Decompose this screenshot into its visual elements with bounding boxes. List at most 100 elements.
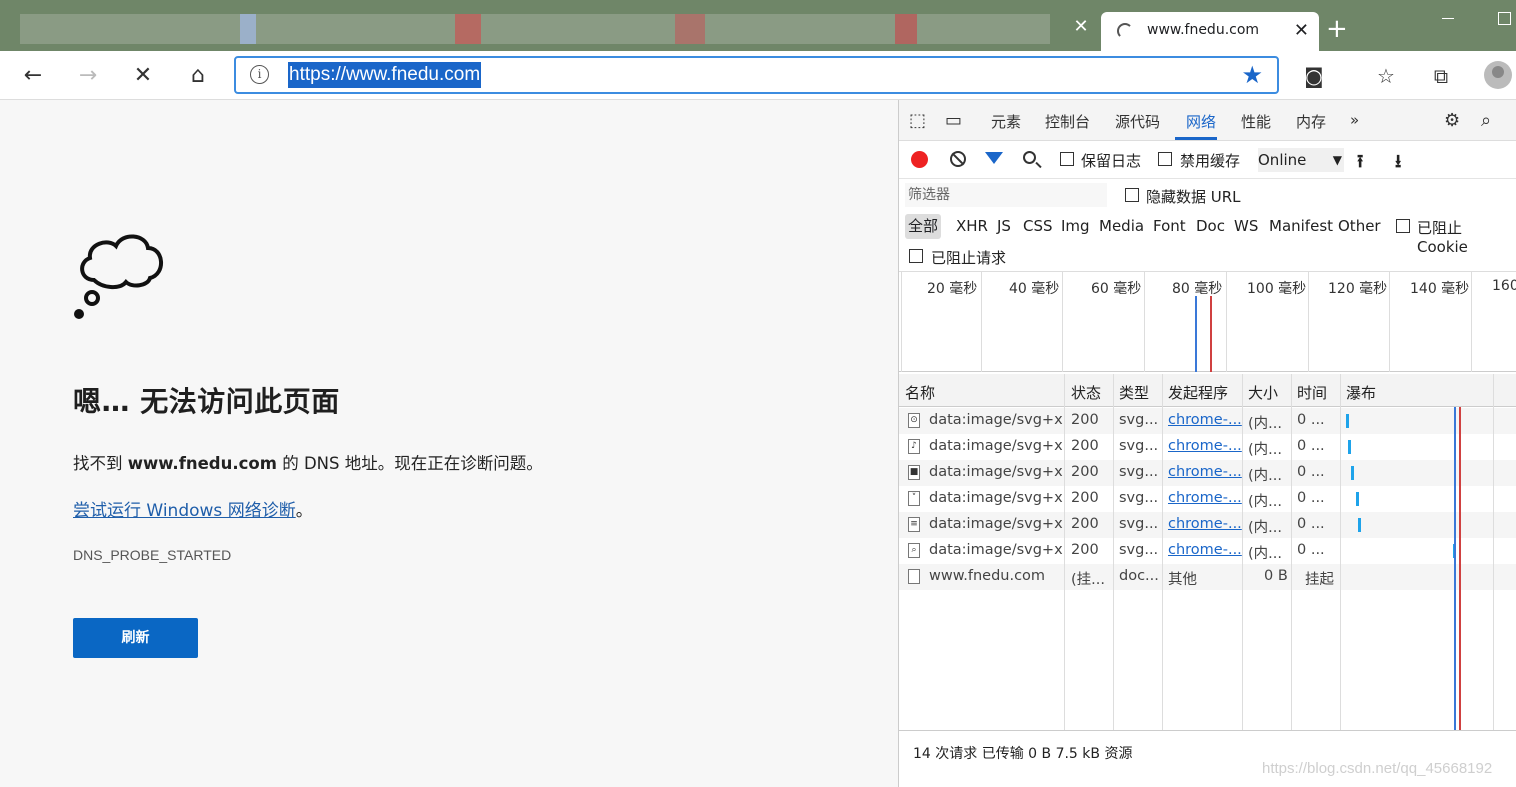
throttle-select[interactable]: Online ▼ (1258, 148, 1344, 172)
column-divider[interactable] (1493, 374, 1494, 730)
row-initiator-link[interactable]: chrome-... (1168, 542, 1242, 558)
file-icon (908, 569, 920, 584)
column-divider[interactable] (1291, 374, 1292, 730)
type-filter-manifest[interactable]: Manifest (1269, 217, 1333, 235)
column-header-initiator[interactable]: 发起程序 (1168, 382, 1228, 403)
table-row[interactable]: www.fnedu.com (挂... doc... 其他 0 B 挂起 (899, 564, 1516, 590)
devtools-tabbar: ⬚ ▭ 元素 控制台 源代码 网络 性能 内存 » ⚙ ⌕ (899, 100, 1516, 141)
loading-spinner-icon (1117, 23, 1133, 39)
blocked-requests-checkbox[interactable] (909, 249, 923, 263)
table-row[interactable]: ⊙ data:image/svg+x... 200 svg... chrome-… (899, 408, 1516, 434)
blurred-tab-icon (895, 14, 917, 44)
column-divider[interactable] (1064, 374, 1065, 730)
network-diagnostics-link[interactable]: 尝试运行 Windows 网络诊断 (73, 501, 296, 521)
close-tab-icon[interactable]: ✕ (1072, 18, 1090, 36)
record-icon[interactable] (911, 151, 928, 168)
device-toolbar-icon[interactable]: ▭ (945, 110, 962, 131)
export-har-icon[interactable]: ⭳ (1395, 149, 1401, 179)
import-har-icon[interactable]: ⭱ (1357, 149, 1363, 179)
feedback-icon[interactable]: ⌕ (1481, 110, 1491, 131)
forward-button[interactable]: → (74, 61, 102, 89)
type-filter-img[interactable]: Img (1061, 217, 1090, 235)
row-type: svg... (1119, 542, 1159, 558)
table-row[interactable]: ⌕ data:image/svg+x... 200 svg... chrome-… (899, 538, 1516, 564)
maximize-icon[interactable] (1498, 12, 1511, 25)
type-filter-all[interactable]: 全部 (905, 214, 941, 239)
profile-extension-icon[interactable]: ◙ (1302, 64, 1326, 88)
column-divider[interactable] (1162, 374, 1163, 730)
row-initiator-link[interactable]: chrome-... (1168, 490, 1242, 506)
row-initiator-link[interactable]: chrome-... (1168, 412, 1242, 428)
row-initiator-link[interactable]: chrome-... (1168, 464, 1242, 480)
active-tab[interactable]: www.fnedu.com ✕ (1101, 12, 1319, 51)
type-filter-doc[interactable]: Doc (1196, 217, 1225, 235)
chevron-down-icon: ▼ (1332, 153, 1342, 167)
tab-memory[interactable]: 内存 (1296, 111, 1326, 132)
desc-domain: www.fnedu.com (127, 454, 277, 473)
type-filter-ws[interactable]: WS (1234, 217, 1258, 235)
favorites-icon[interactable]: ☆ (1374, 64, 1398, 88)
reload-button[interactable]: 刷新 (73, 618, 198, 658)
table-row[interactable]: ˅ data:image/svg+x... 200 svg... chrome-… (899, 486, 1516, 512)
filter-row: 筛选器 隐藏数据 URL (899, 180, 1516, 210)
new-tab-button[interactable]: + (1326, 16, 1348, 42)
tab-performance[interactable]: 性能 (1241, 111, 1271, 132)
disable-cache-checkbox[interactable] (1158, 152, 1172, 166)
column-header-status[interactable]: 状态 (1071, 382, 1101, 403)
filter-icon[interactable] (985, 152, 1003, 164)
table-row[interactable]: ■ data:image/svg+x... 200 svg... chrome-… (899, 460, 1516, 486)
column-header-name[interactable]: 名称 (905, 382, 935, 403)
row-size: (内... (1248, 494, 1282, 510)
tab-sources[interactable]: 源代码 (1115, 111, 1160, 132)
blurred-tab-icon (455, 14, 481, 44)
column-divider[interactable] (1340, 374, 1341, 730)
tab-network[interactable]: 网络 (1186, 111, 1216, 132)
row-type: svg... (1119, 438, 1159, 454)
column-divider[interactable] (1113, 374, 1114, 730)
address-bar[interactable]: i https://www.fnedu.com ★ (234, 56, 1279, 94)
row-initiator: 其他 (1168, 572, 1197, 588)
filter-input[interactable]: 筛选器 (905, 183, 1107, 207)
type-filter-js[interactable]: JS (997, 217, 1011, 235)
more-tabs-button[interactable]: » (1350, 111, 1359, 129)
blocked-cookies-checkbox[interactable] (1396, 219, 1410, 233)
file-icon: ♪ (908, 439, 920, 454)
row-initiator-link[interactable]: chrome-... (1168, 516, 1242, 532)
column-header-waterfall[interactable]: 瀑布 (1346, 382, 1376, 403)
thought-cloud-icon (74, 234, 163, 319)
network-overview-timeline[interactable]: 20 毫秒 40 毫秒 60 毫秒 80 毫秒 100 毫秒 120 毫秒 14… (899, 271, 1516, 372)
type-filter-media[interactable]: Media (1099, 217, 1144, 235)
row-time: 0 ... (1297, 438, 1325, 454)
column-header-size[interactable]: 大小 (1248, 382, 1278, 403)
hide-data-urls-checkbox[interactable] (1125, 188, 1139, 202)
inspect-element-icon[interactable]: ⬚ (909, 110, 926, 131)
tab-console[interactable]: 控制台 (1045, 111, 1090, 132)
table-row[interactable]: ♪ data:image/svg+x... 200 svg... chrome-… (899, 434, 1516, 460)
collections-icon[interactable]: ⧉ (1429, 64, 1453, 88)
close-tab-icon[interactable]: ✕ (1294, 20, 1309, 41)
type-filter-xhr[interactable]: XHR (956, 217, 988, 235)
file-icon: ⌕ (908, 543, 920, 558)
column-divider[interactable] (1242, 374, 1243, 730)
minimize-icon[interactable] (1442, 18, 1454, 19)
home-button[interactable]: ⌂ (184, 61, 212, 89)
favorite-star-icon[interactable]: ★ (1241, 61, 1263, 89)
info-icon[interactable]: i (250, 65, 269, 84)
column-header-type[interactable]: 类型 (1119, 382, 1149, 403)
back-button[interactable]: ← (19, 61, 47, 89)
table-row[interactable]: ≡ data:image/svg+x... 200 svg... chrome-… (899, 512, 1516, 538)
watermark: https://blog.csdn.net/qq_45668192 (1262, 760, 1493, 777)
column-header-time[interactable]: 时间 (1297, 382, 1327, 403)
search-icon[interactable] (1023, 151, 1036, 164)
row-initiator-link[interactable]: chrome-... (1168, 438, 1242, 454)
url-text[interactable]: https://www.fnedu.com (288, 62, 482, 88)
stop-button[interactable]: ✕ (129, 61, 157, 89)
preserve-log-checkbox[interactable] (1060, 152, 1074, 166)
clear-icon[interactable] (950, 151, 966, 167)
tab-elements[interactable]: 元素 (991, 111, 1021, 132)
avatar[interactable] (1484, 61, 1512, 89)
type-filter-font[interactable]: Font (1153, 217, 1186, 235)
gear-icon[interactable]: ⚙ (1444, 110, 1460, 131)
type-filter-other[interactable]: Other (1338, 217, 1381, 235)
type-filter-css[interactable]: CSS (1023, 217, 1053, 235)
